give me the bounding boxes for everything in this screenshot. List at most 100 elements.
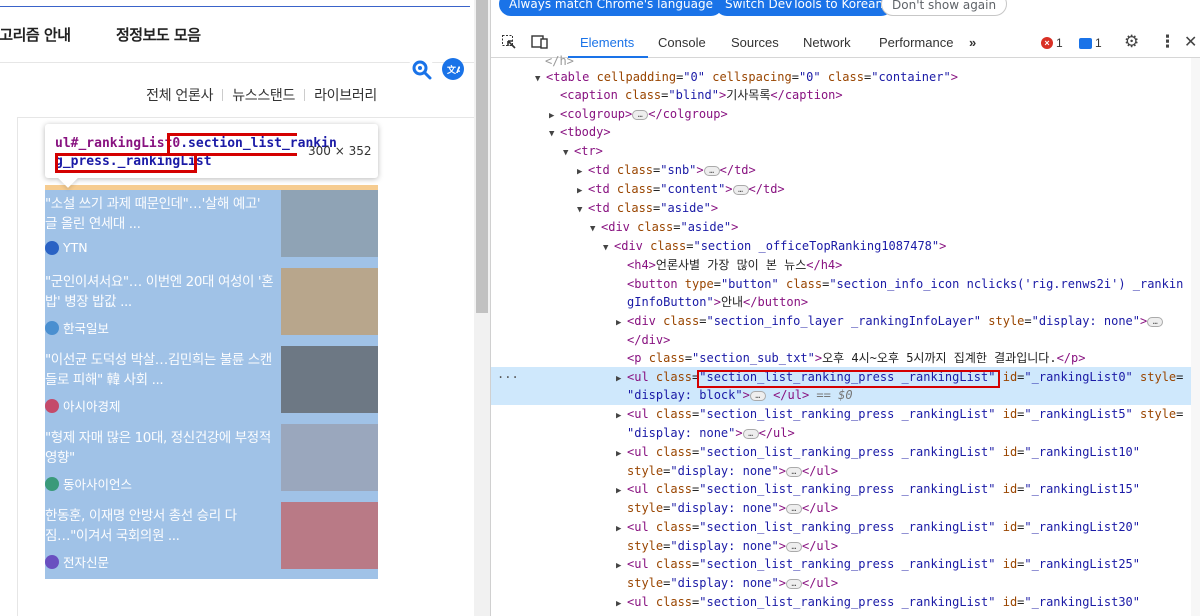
collapse-triangle-icon[interactable]: ▼ <box>577 201 588 220</box>
collapse-triangle-icon[interactable]: ▼ <box>549 125 560 144</box>
ellipsis-icon[interactable]: … <box>785 466 802 477</box>
collapse-triangle-icon[interactable]: ▼ <box>563 144 574 163</box>
tree-line[interactable]: ▼ <table cellpadding="0" cellspacing="0" … <box>535 68 958 87</box>
dont-show-again-button[interactable]: Don't show again <box>881 0 1008 16</box>
error-counter[interactable]: × 1 <box>1041 36 1063 50</box>
list-item[interactable]: "형제 자매 많은 10대, 정신건강에 부정적 영향" 동아사이언스 <box>45 424 378 502</box>
tree-line[interactable]: ▶ <div class="section_info_layer _ranking… <box>616 312 1164 333</box>
more-options-icon[interactable]: ⋮ <box>1159 32 1176 52</box>
column-border <box>17 118 18 616</box>
tree-line-selected[interactable]: "display: block">… </ul> == $0 <box>627 386 853 405</box>
article-title[interactable]: 한동훈, 이재명 안방서 총선 승리 다짐…"이겨서 국회의원 ... <box>45 506 275 546</box>
collapse-triangle-icon[interactable]: ▼ <box>535 70 546 89</box>
lens-search-button[interactable] <box>408 56 434 82</box>
list-item[interactable]: "이선균 도덕성 박살…김민희는 불륜 스캔들로 피해" 韓 사회 ... 아시… <box>45 346 378 424</box>
devtools-tabbar: Elements Console Sources Network Perform… <box>491 28 1200 58</box>
tree-line[interactable]: <h4>언론사별 가장 많이 본 뉴스</h4> <box>627 256 842 275</box>
expand-triangle-icon[interactable]: ▶ <box>616 520 627 539</box>
tree-line[interactable]: gInfoButton">안내</button> <box>627 293 808 312</box>
expand-triangle-icon[interactable]: ▶ <box>616 557 627 576</box>
article-title[interactable]: "형제 자매 많은 10대, 정신건강에 부정적 영향" <box>45 428 275 468</box>
tree-line[interactable]: ▶ <ul class="section_list_ranking_press _… <box>616 443 1140 462</box>
ellipsis-icon[interactable]: … <box>632 109 649 120</box>
tree-line[interactable]: ▶ <td class="snb">… </td> <box>577 161 756 180</box>
tree-line[interactable]: ▶ <ul class="section_list_ranking_press _… <box>616 405 1183 424</box>
message-counter[interactable]: 1 <box>1079 36 1102 50</box>
article-thumbnail[interactable] <box>281 424 378 491</box>
tree-line[interactable]: ▼ <div class="section _officeTopRanking10… <box>603 237 946 256</box>
press-link-library[interactable]: 라이브러리 <box>314 85 377 105</box>
ellipsis-icon[interactable]: … <box>742 428 759 439</box>
article-title[interactable]: "소설 쓰기 과제 때문인데"…'살해 예고' 글 올린 연세대 ... <box>45 194 275 234</box>
expand-triangle-icon[interactable]: ▶ <box>616 314 627 333</box>
nav-algorithm-link[interactable]: 알고리즘 안내 <box>0 24 71 45</box>
match-language-button[interactable]: Always match Chrome's language <box>499 0 723 16</box>
press-logo-icon <box>45 476 59 491</box>
page-scrollbar[interactable] <box>474 0 490 616</box>
article-thumbnail[interactable] <box>281 190 378 257</box>
tree-line[interactable]: <button type="button" class="section_inf… <box>627 275 1183 294</box>
scrollbar-thumb[interactable] <box>476 0 488 313</box>
expand-triangle-icon[interactable]: ▶ <box>616 595 627 614</box>
expand-triangle-icon[interactable]: ▶ <box>616 370 627 389</box>
close-icon[interactable]: ✕ <box>1184 32 1197 51</box>
tree-line[interactable]: ▶ <ul class="section_list_ranking_press _… <box>616 593 1140 612</box>
device-toolbar-icon[interactable] <box>531 34 548 54</box>
tree-line[interactable]: ▶ <ul class="section_list_ranking_press _… <box>616 555 1140 574</box>
collapse-triangle-icon[interactable]: ▼ <box>603 239 614 258</box>
tree-line[interactable]: ▼ <tr> <box>563 142 603 161</box>
article-thumbnail[interactable] <box>281 346 378 413</box>
tree-line[interactable]: style="display: none">… </ul> <box>627 537 838 556</box>
tree-line[interactable]: <p class="section_sub_txt">오후 4시~오후 5시까지… <box>627 349 1085 368</box>
press-link-all[interactable]: 전체 언론사 <box>146 85 213 105</box>
list-item[interactable]: "군인이셔서요"… 이번엔 20대 여성이 '혼밥' 병장 밥값 ... 한국일… <box>45 268 378 346</box>
tree-line[interactable]: style="display: none">… </ul> <box>627 574 838 593</box>
settings-gear-icon[interactable]: ⚙ <box>1124 32 1139 52</box>
list-item[interactable]: 한동훈, 이재명 안방서 총선 승리 다짐…"이겨서 국회의원 ... 전자신문 <box>45 502 378 580</box>
expand-triangle-icon[interactable]: ▶ <box>616 407 627 426</box>
article-title[interactable]: "군인이셔서요"… 이번엔 20대 여성이 '혼밥' 병장 밥값 ... <box>45 272 275 312</box>
ellipsis-icon[interactable]: … <box>785 503 802 514</box>
tree-line[interactable]: ▶ <ul class="section_list_ranking_press _… <box>616 480 1140 499</box>
tree-line[interactable]: style="display: none">… </ul> <box>627 462 838 481</box>
list-item[interactable]: "소설 쓰기 과제 때문인데"…'살해 예고' 글 올린 연세대 ... YTN <box>45 190 378 268</box>
article-title[interactable]: "이선균 도덕성 박살…김민희는 불륜 스캔들로 피해" 韓 사회 ... <box>45 350 275 390</box>
tab-network[interactable]: Network <box>803 35 851 50</box>
tree-line[interactable]: ▶ <ul class="section_list_ranking_press _… <box>616 518 1140 537</box>
tree-line[interactable]: <caption class="blind">기사목록</caption> <box>560 86 843 105</box>
tab-elements[interactable]: Elements <box>580 35 634 50</box>
ellipsis-icon[interactable]: … <box>732 184 749 195</box>
translate-button[interactable]: 文A <box>442 58 464 80</box>
ellipsis-icon[interactable]: … <box>1147 316 1164 327</box>
ellipsis-icon[interactable]: … <box>749 390 766 401</box>
tree-line[interactable]: </div> <box>627 331 670 350</box>
tooltip-dimensions: 300 × 352 <box>308 144 372 158</box>
ellipsis-icon[interactable]: … <box>785 541 802 552</box>
expand-triangle-icon[interactable]: ▶ <box>616 445 627 464</box>
tree-line[interactable]: "display: none">… </ul> <box>627 424 795 443</box>
press-link-newsstand[interactable]: 뉴스스탠드 <box>232 85 295 105</box>
tree-line[interactable]: ▼ <div class="aside"> <box>590 218 738 237</box>
tree-line[interactable]: style="display: none">… </ul> <box>627 499 838 518</box>
tree-line[interactable]: ▼ <tbody> <box>549 123 611 142</box>
devtools-scrollbar[interactable] <box>1191 58 1200 616</box>
article-thumbnail[interactable] <box>281 268 378 335</box>
tree-line[interactable]: ▶ <td class="content">… </td> <box>577 180 785 199</box>
selector-class-part2: g_press._rankingList <box>55 154 212 169</box>
tree-line[interactable]: ▼ <td class="aside"> <box>577 199 718 218</box>
tab-console[interactable]: Console <box>658 35 706 50</box>
switch-korean-button[interactable]: Switch DevTools to Korean <box>715 0 894 16</box>
ellipsis-icon[interactable]: … <box>703 165 720 176</box>
expand-triangle-icon[interactable]: ▶ <box>616 482 627 501</box>
inspect-element-icon[interactable] <box>501 34 517 54</box>
nav-correction-link[interactable]: 정정보도 모음 <box>116 24 201 45</box>
ellipsis-icon[interactable]: … <box>785 578 802 589</box>
more-tabs-button[interactable]: » <box>969 35 976 50</box>
collapse-triangle-icon[interactable]: ▼ <box>590 220 601 239</box>
node-options-icon[interactable]: ... <box>497 367 519 381</box>
article-press: 동아사이언스 <box>45 474 132 493</box>
tree-line[interactable]: ▶ <colgroup>… </colgroup> <box>549 105 728 124</box>
tab-performance[interactable]: Performance <box>879 35 953 50</box>
article-thumbnail[interactable] <box>281 502 378 569</box>
tab-sources[interactable]: Sources <box>731 35 779 50</box>
